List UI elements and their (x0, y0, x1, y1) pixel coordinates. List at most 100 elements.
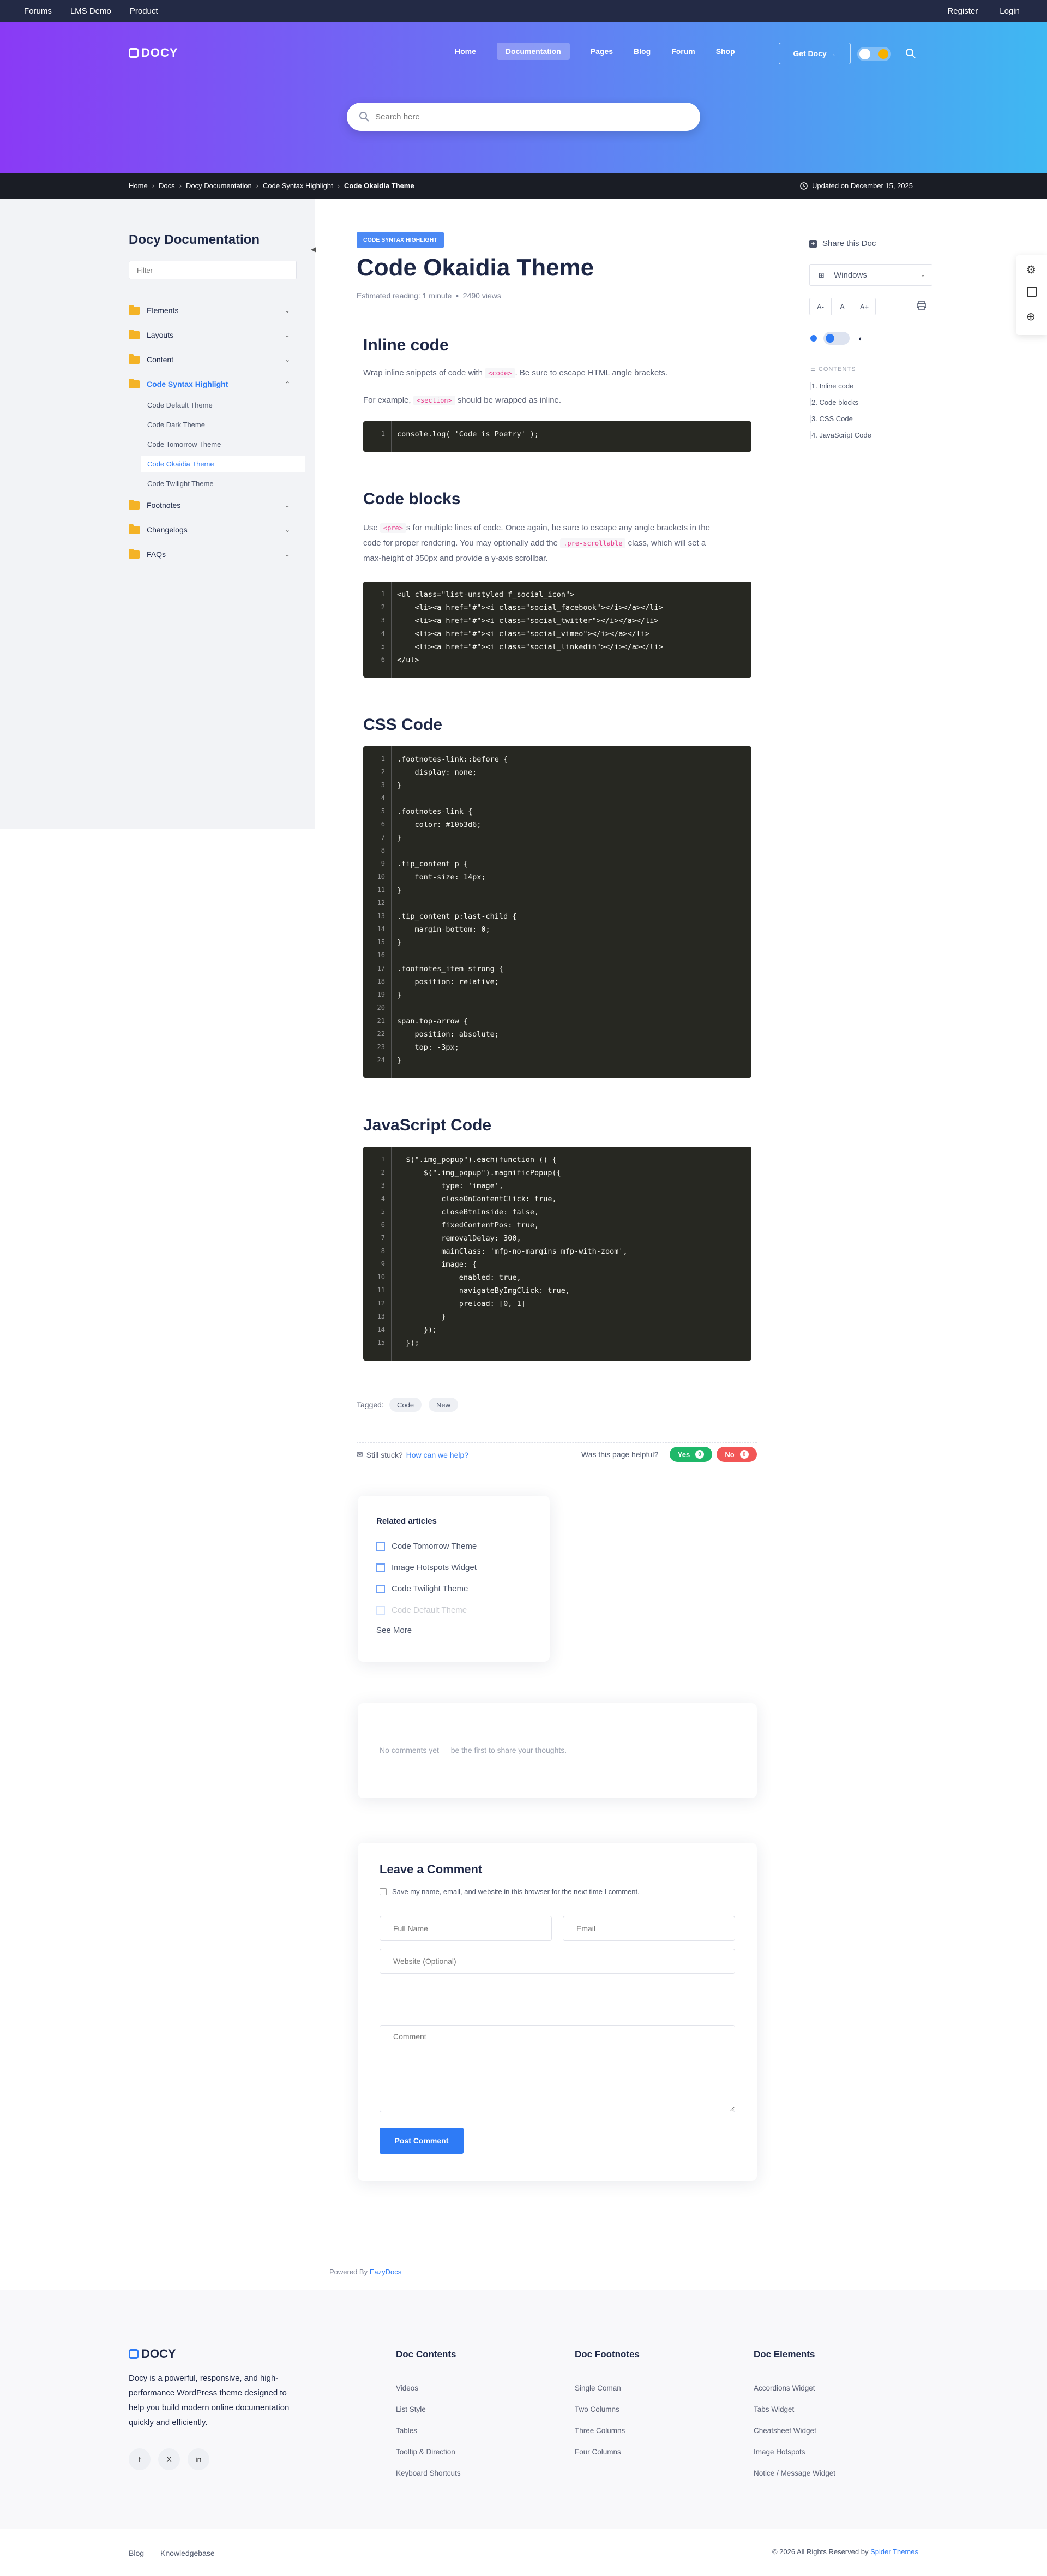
topbar-link-forums[interactable]: Forums (24, 7, 52, 16)
font-increase-button[interactable]: A+ (853, 298, 875, 315)
chevron-up-icon[interactable]: ⌃ (285, 380, 290, 388)
footer-knowledgebase-link[interactable]: Knowledgebase (160, 2549, 215, 2557)
login-link[interactable]: Login (1000, 7, 1020, 16)
footer-logo[interactable]: DOCY (129, 2347, 176, 2361)
chevron-down-icon[interactable]: ⌄ (285, 356, 290, 363)
site-logo[interactable]: DOCY (129, 46, 178, 60)
save-info-checkbox[interactable] (380, 1888, 387, 1895)
sidebar-item-faqs[interactable]: FAQs ⌄ (129, 545, 301, 564)
sidebar-item-elements[interactable]: Elements ⌄ (129, 301, 301, 320)
related-item[interactable]: Code Tomorrow Theme (376, 1542, 477, 1551)
font-decrease-button[interactable]: A- (810, 298, 832, 315)
related-item[interactable]: Image Hotspots Widget (376, 1563, 477, 1572)
footer-link[interactable]: Cheatsheet Widget (754, 2427, 835, 2448)
search-icon[interactable] (905, 48, 916, 59)
facebook-icon[interactable]: f (129, 2448, 151, 2470)
nav-blog[interactable]: Blog (634, 47, 651, 56)
footer-link[interactable]: Keyboard Shortcuts (396, 2469, 461, 2490)
footer-link[interactable]: Tabs Widget (754, 2405, 835, 2427)
code-block-inline[interactable]: 1 console.log( 'Code is Poetry' ); (363, 421, 751, 452)
footer-link[interactable]: Tooltip & Direction (396, 2448, 461, 2469)
related-item[interactable]: Code Twilight Theme (376, 1584, 468, 1593)
breadcrumb-home[interactable]: Home (129, 182, 148, 190)
topbar-link-product[interactable]: Product (130, 7, 158, 16)
comment-textarea[interactable] (380, 2025, 735, 2112)
nav-pages[interactable]: Pages (591, 47, 613, 56)
chevron-down-icon[interactable]: ⌄ (285, 550, 290, 558)
brand-name: DOCY (141, 2347, 176, 2361)
see-more-link[interactable]: See More (376, 1626, 412, 1635)
breadcrumb-docs[interactable]: Docs (159, 182, 175, 190)
nav-documentation[interactable]: Documentation (496, 43, 570, 60)
tag-new[interactable]: New (429, 1398, 459, 1412)
sidebar-item-layouts[interactable]: Layouts ⌄ (129, 326, 301, 344)
breadcrumb-code-syntax[interactable]: Code Syntax Highlight (263, 182, 333, 190)
document-icon[interactable] (1027, 287, 1037, 297)
x-twitter-icon[interactable]: X (158, 2448, 180, 2470)
gear-icon[interactable]: ⚙ (1026, 263, 1036, 277)
category-badge[interactable]: CODE SYNTAX HIGHLIGHT (357, 232, 444, 248)
nav-home[interactable]: Home (455, 47, 476, 56)
register-link[interactable]: Register (947, 7, 978, 16)
chevron-down-icon[interactable]: ⌄ (285, 331, 290, 339)
footer-link[interactable]: Two Columns (575, 2405, 640, 2427)
sidebar-subitem[interactable]: Code Tomorrow Theme (141, 436, 305, 452)
footer-blog-link[interactable]: Blog (129, 2549, 144, 2557)
website-input[interactable] (380, 1949, 735, 1974)
related-item[interactable]: Code Default Theme (376, 1605, 467, 1615)
sidebar-item-footnotes[interactable]: Footnotes ⌄ (129, 496, 301, 514)
footer-link[interactable]: Single Coman (575, 2384, 640, 2405)
footer-link[interactable]: Accordions Widget (754, 2384, 835, 2405)
footer-about-line: performance WordPress theme designed to (129, 2388, 287, 2398)
sidebar-subitem-current[interactable]: Code Okaidia Theme (141, 456, 305, 472)
os-select[interactable]: ⊞ Windows ⌄ (809, 264, 932, 286)
helpful-yes-button[interactable]: Yes 0 (670, 1447, 712, 1462)
tag-code[interactable]: Code (389, 1398, 422, 1412)
help-link[interactable]: How can we help? (406, 1451, 468, 1459)
footer-link[interactable]: List Style (396, 2405, 461, 2427)
topbar-link-lms-demo[interactable]: LMS Demo (70, 7, 111, 16)
search-input[interactable] (375, 107, 681, 127)
sidebar-subitem[interactable]: Code Default Theme (141, 397, 305, 413)
spider-themes-link[interactable]: Spider Themes (870, 2548, 918, 2556)
toc-item[interactable]: 1. Inline code (810, 382, 853, 390)
chevron-down-icon[interactable]: ⌄ (285, 526, 290, 534)
sidebar-filter-input[interactable] (129, 261, 297, 279)
sidebar-item-changelogs[interactable]: Changelogs ⌄ (129, 520, 301, 539)
footer-link[interactable]: Four Columns (575, 2448, 640, 2469)
linkedin-icon[interactable]: in (188, 2448, 209, 2470)
footer-link[interactable]: Tables (396, 2427, 461, 2448)
post-comment-button[interactable]: Post Comment (380, 2128, 464, 2154)
chevron-down-icon[interactable]: ⌄ (285, 307, 290, 314)
reading-mode-toggle[interactable] (823, 332, 850, 345)
footer-link[interactable]: Three Columns (575, 2427, 640, 2448)
sidebar-subitem[interactable]: Code Twilight Theme (141, 475, 305, 492)
toc-item[interactable]: 3. CSS Code (810, 415, 853, 423)
eazydocs-link[interactable]: EazyDocs (370, 2268, 402, 2276)
code-block-html[interactable]: 1 <ul class="list-unstyled f_social_icon"… (363, 582, 751, 678)
code-block-javascript[interactable]: 1 $(".img_popup").each(function () {2 $(… (363, 1147, 751, 1361)
footer-link[interactable]: Videos (396, 2384, 461, 2405)
dark-mode-toggle[interactable] (857, 47, 891, 61)
print-icon[interactable] (916, 300, 927, 311)
get-docy-button[interactable]: Get Docy → (779, 43, 851, 64)
email-input[interactable] (563, 1916, 735, 1941)
sidebar-item-code-syntax[interactable]: Code Syntax Highlight ⌃ (129, 375, 301, 393)
nav-forum[interactable]: Forum (671, 47, 695, 56)
footer-link[interactable]: Notice / Message Widget (754, 2469, 835, 2490)
lifebuoy-icon[interactable]: ⊕ (1026, 310, 1036, 324)
collapse-sidebar-icon[interactable]: ◀ (311, 245, 316, 253)
nav-shop[interactable]: Shop (716, 47, 735, 56)
chevron-down-icon[interactable]: ⌄ (285, 501, 290, 509)
helpful-no-button[interactable]: No 0 (717, 1447, 757, 1462)
sidebar-subitem[interactable]: Code Dark Theme (141, 416, 305, 433)
code-block-css[interactable]: 1 .footnotes-link::before {2 display: non… (363, 746, 751, 1078)
sidebar-item-content[interactable]: Content ⌄ (129, 350, 301, 369)
footer-link[interactable]: Image Hotspots (754, 2448, 835, 2469)
share-doc-button[interactable]: Share this Doc (809, 239, 876, 248)
toc-item[interactable]: 4. JavaScript Code (810, 431, 871, 439)
breadcrumb-docy-documentation[interactable]: Docy Documentation (186, 182, 252, 190)
full-name-input[interactable] (380, 1916, 552, 1941)
toc-item[interactable]: 2. Code blocks (810, 398, 858, 406)
font-reset-button[interactable]: A (832, 298, 853, 315)
